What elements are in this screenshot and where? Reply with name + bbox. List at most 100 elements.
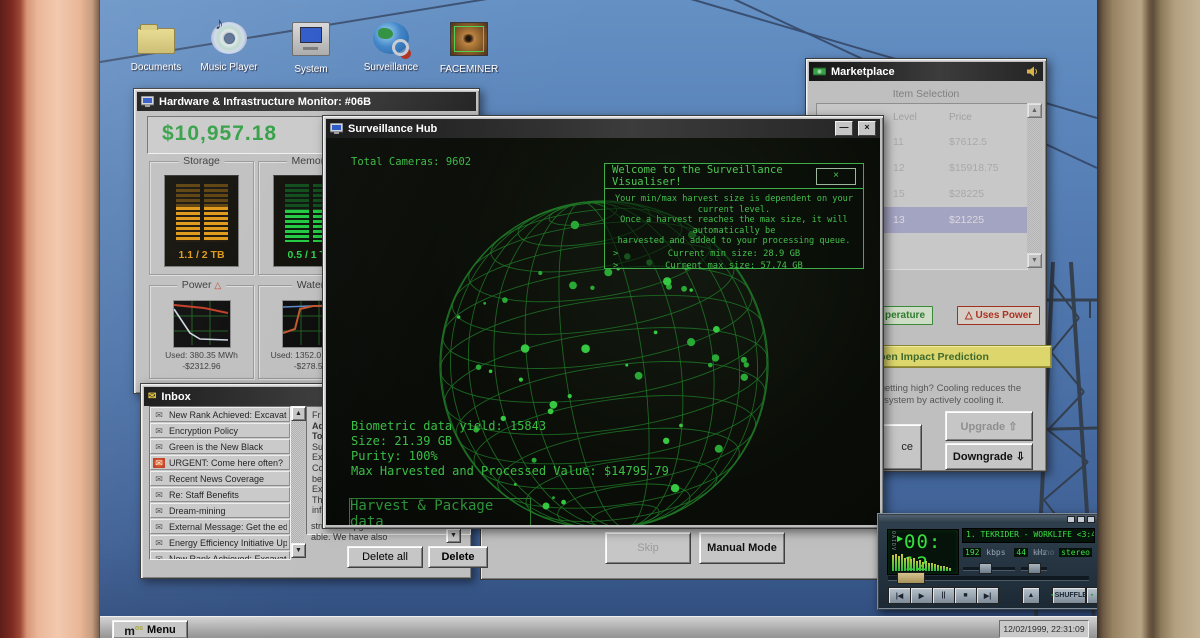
desktop-icon[interactable]: Documents bbox=[123, 22, 189, 82]
harvest-stat-line: Purity: 100% bbox=[351, 449, 669, 464]
marketplace-scrollbar[interactable]: ▲ ▼ bbox=[1027, 103, 1042, 268]
taskbar: mos Menu 12/02/1999, 22:31:09 bbox=[100, 616, 1097, 638]
harvest-stat-line: Size: 21.39 GB bbox=[351, 434, 669, 449]
storage-gauge: 1.1 / 2 TB bbox=[164, 175, 239, 267]
skip-button[interactable]: Skip bbox=[605, 532, 691, 564]
inbox-message-row[interactable]: ✉ Energy Efficiency Initiative Upd... bbox=[150, 535, 290, 550]
desktop-icon-glyph bbox=[211, 22, 247, 54]
current-min-size: Current min size: 28.9 GB bbox=[668, 249, 800, 259]
delete-button[interactable]: Delete bbox=[428, 546, 488, 568]
repeat-button[interactable]: ▪ bbox=[1086, 587, 1097, 604]
track-title-display: 1. TEKRIDER - WORKLIFE <3:48> bbox=[962, 528, 1095, 543]
envelope-icon: ✉ bbox=[153, 474, 165, 484]
channel-display: mono stereo bbox=[1035, 548, 1092, 557]
os-logo: mos bbox=[124, 624, 143, 636]
message-subject: External Message: Get the edge... bbox=[169, 522, 287, 532]
level-column-header: Level bbox=[893, 112, 949, 123]
envelope-icon: ✉ bbox=[153, 426, 165, 436]
welcome-close-button[interactable]: × bbox=[816, 168, 856, 185]
desktop-icon[interactable]: Music Player bbox=[196, 22, 262, 82]
hardware-monitor-titlebar[interactable]: Hardware & Infrastructure Monitor: #06B bbox=[137, 92, 476, 111]
inbox-message-row[interactable]: ✉ Recent News Coverage bbox=[150, 471, 290, 486]
downgrade-button[interactable]: Downgrade ⇩ bbox=[945, 443, 1033, 470]
next-button[interactable]: ▶| bbox=[976, 587, 999, 604]
seek-knob[interactable] bbox=[897, 572, 925, 584]
player-close-button[interactable] bbox=[1087, 516, 1095, 523]
spectrum-analyzer bbox=[892, 553, 954, 571]
storage-group: Storage 1.1 / 2 TB bbox=[149, 161, 254, 275]
envelope-icon: ✉ bbox=[153, 506, 165, 516]
eject-button[interactable]: ▲ bbox=[1022, 587, 1040, 604]
player-titlebar[interactable] bbox=[879, 515, 1097, 523]
reading-pane-scroll-down[interactable]: ▼ bbox=[446, 528, 461, 543]
desktop-icon[interactable]: System bbox=[278, 22, 344, 82]
hardware-monitor-title: Hardware & Infrastructure Monitor: #06B bbox=[159, 96, 371, 108]
upgrade-button[interactable]: Upgrade ⇧ bbox=[945, 411, 1033, 441]
minimize-button[interactable]: — bbox=[835, 121, 853, 136]
speaker-icon[interactable] bbox=[1027, 66, 1039, 77]
inbox-scrollbar[interactable]: ▲ ▼ bbox=[291, 406, 304, 558]
delete-all-button[interactable]: Delete all bbox=[347, 546, 423, 568]
desktop-icon-glyph bbox=[292, 22, 330, 56]
inbox-message-row[interactable]: ✉ URGENT: Come here often? bbox=[150, 455, 290, 470]
stop-button[interactable]: ■ bbox=[954, 587, 977, 604]
pause-button[interactable]: || bbox=[932, 587, 955, 604]
player-shade-button[interactable] bbox=[1077, 516, 1085, 523]
balance-knob[interactable] bbox=[1028, 563, 1041, 574]
marketplace-titlebar[interactable]: Marketplace bbox=[809, 62, 1043, 81]
desktop-icon[interactable]: FACEMINER bbox=[436, 22, 502, 82]
menu-button[interactable]: mos Menu bbox=[112, 620, 188, 638]
desktop-icon[interactable]: Surveillance bbox=[358, 22, 424, 82]
surveillance-titlebar[interactable]: Surveillance Hub — × bbox=[326, 119, 880, 138]
open-impact-prediction-button[interactable]: Open Impact Prediction bbox=[862, 345, 1052, 368]
item-price: $7612.5 bbox=[949, 136, 1027, 148]
inbox-message-row[interactable]: ✉ Green is the New Black bbox=[150, 439, 290, 454]
message-subject: Encryption Policy bbox=[169, 426, 238, 436]
inbox-message-row[interactable]: ✉ New Rank Achieved: Excavato... bbox=[150, 407, 290, 422]
inbox-message-row[interactable]: ✉ Encryption Policy bbox=[150, 423, 290, 438]
envelope-icon: ✉ bbox=[153, 442, 165, 452]
scroll-up-arrow[interactable]: ▲ bbox=[291, 406, 306, 421]
item-level: 13 bbox=[893, 214, 949, 226]
item-level: 11 bbox=[893, 136, 949, 148]
previous-button[interactable]: |◀ bbox=[888, 587, 911, 604]
shuffle-button[interactable]: ▪SHUFFLE bbox=[1052, 587, 1086, 604]
player-minimize-button[interactable] bbox=[1067, 516, 1075, 523]
welcome-body-line: Your min/max harvest size is dependent o… bbox=[611, 194, 857, 215]
inbox-message-row[interactable]: ✉ External Message: Get the edge... bbox=[150, 519, 290, 534]
desktop-icon-label: System bbox=[278, 64, 344, 75]
harvest-package-button[interactable]: Harvest & Package data bbox=[349, 498, 531, 525]
surveillance-viewport: Total Cameras: 9602 Welcome to the Surve… bbox=[326, 138, 880, 525]
price-column-header: Price bbox=[949, 112, 1023, 123]
uses-power-badge: △ Uses Power bbox=[957, 306, 1040, 325]
inbox-message-row[interactable]: ✉ Dream-mining bbox=[150, 503, 290, 518]
item-price: $15918.75 bbox=[949, 162, 1027, 174]
desktop-icon-label: Surveillance bbox=[358, 62, 424, 73]
monitor-icon bbox=[141, 96, 154, 107]
clutterbar[interactable]: O A I D V bbox=[889, 531, 896, 549]
power-warning-icon: △ bbox=[214, 280, 221, 290]
inbox-message-row[interactable]: ✉ New Rank Achieved: Excavato... bbox=[150, 551, 290, 560]
inbox-message-row[interactable]: ✉ Re: Staff Benefits bbox=[150, 487, 290, 502]
envelope-icon: ✉ bbox=[153, 538, 165, 548]
volume-knob[interactable] bbox=[979, 563, 992, 574]
seek-bar[interactable] bbox=[888, 576, 1089, 581]
welcome-dialog-header: Welcome to the Surveillance Visualiser! … bbox=[605, 164, 863, 189]
manual-mode-button[interactable]: Manual Mode bbox=[699, 532, 785, 564]
power-cost: -$2312.96 bbox=[150, 361, 253, 371]
menu-label: Menu bbox=[147, 624, 176, 636]
welcome-body: Your min/max harvest size is dependent o… bbox=[605, 189, 863, 247]
close-button[interactable]: × bbox=[858, 121, 876, 136]
play-button[interactable]: ▶ bbox=[910, 587, 933, 604]
volume-slider[interactable] bbox=[963, 567, 1015, 571]
balance-slider[interactable] bbox=[1021, 567, 1047, 571]
item-selection-label: Item Selection bbox=[806, 88, 1046, 100]
storage-value: 1.1 / 2 TB bbox=[165, 249, 238, 261]
min-size-row: > Current min size: 28.9 GB bbox=[605, 249, 863, 259]
scroll-down-arrow[interactable]: ▼ bbox=[1027, 253, 1042, 268]
item-price: $28225 bbox=[949, 188, 1027, 200]
scroll-up-arrow[interactable]: ▲ bbox=[1027, 103, 1042, 118]
item-price: $21225 bbox=[949, 214, 1027, 226]
scroll-down-arrow[interactable]: ▼ bbox=[291, 543, 306, 558]
surveillance-title: Surveillance Hub bbox=[348, 123, 830, 135]
